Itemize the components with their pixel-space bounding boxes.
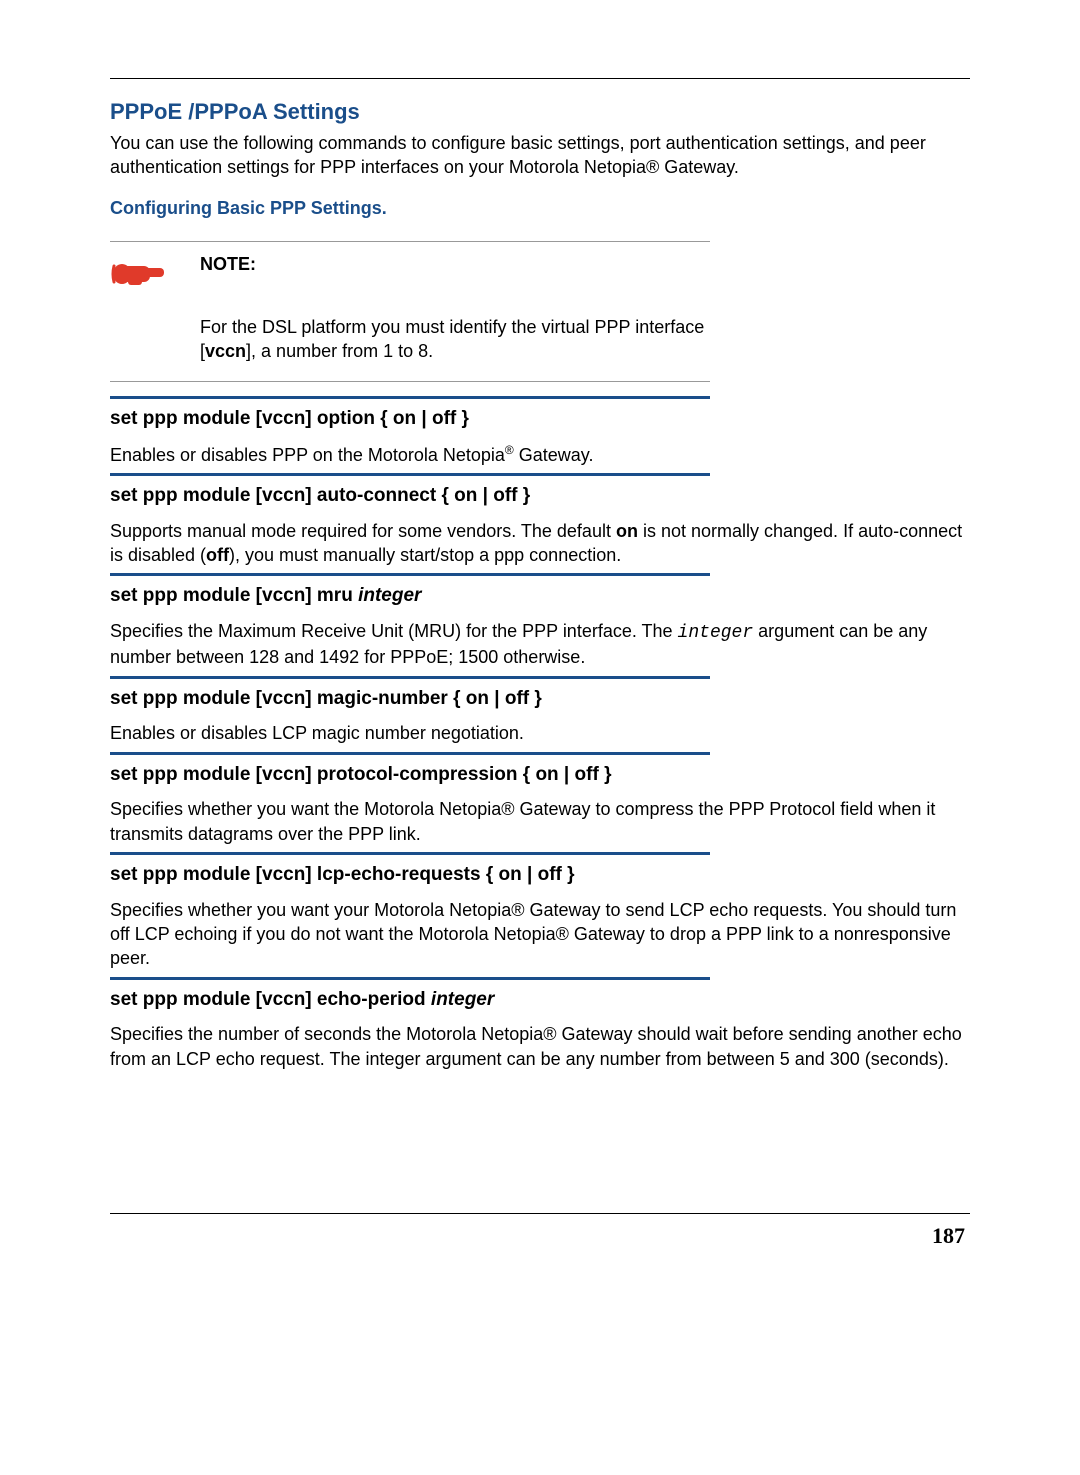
command-heading: set ppp module [vccn] echo-period intege… [110, 988, 970, 1013]
command-heading: set ppp module [vccn] magic-number { on … [110, 687, 970, 712]
note-label: NOTE: [200, 254, 710, 275]
top-rule [110, 78, 970, 79]
page-number: 187 [932, 1223, 965, 1249]
command-rule [110, 752, 710, 755]
command-rule [110, 473, 710, 476]
pointing-hand-icon [110, 254, 190, 297]
command-description: Enables or disables PPP on the Motorola … [110, 442, 970, 467]
note-box: NOTE: For the DSL platform you must iden… [110, 241, 710, 383]
command-description: Specifies the number of seconds the Moto… [110, 1022, 970, 1071]
command-description: Enables or disables LCP magic number neg… [110, 721, 970, 745]
command-description: Specifies whether you want the Motorola … [110, 797, 970, 846]
page-content: PPPoE /PPPoA Settings You can use the fo… [110, 78, 970, 1071]
bottom-rule [110, 1213, 970, 1214]
command-heading: set ppp module [vccn] option { on | off … [110, 407, 970, 432]
section-title: PPPoE /PPPoA Settings [110, 99, 970, 125]
command-description: Specifies whether you want your Motorola… [110, 898, 970, 971]
command-heading: set ppp module [vccn] lcp-echo-requests … [110, 863, 970, 888]
command-heading: set ppp module [vccn] mru integer [110, 584, 970, 609]
section-intro: You can use the following commands to co… [110, 131, 970, 180]
command-rule [110, 396, 710, 399]
command-rule [110, 852, 710, 855]
command-description: Specifies the Maximum Receive Unit (MRU)… [110, 619, 970, 670]
command-heading: set ppp module [vccn] auto-connect { on … [110, 484, 970, 509]
command-heading: set ppp module [vccn] protocol-compressi… [110, 763, 970, 788]
note-text: For the DSL platform you must identify t… [110, 315, 710, 364]
subsection-heading: Configuring Basic PPP Settings. [110, 198, 970, 219]
command-rule [110, 676, 710, 679]
command-rule [110, 573, 710, 576]
command-description: Supports manual mode required for some v… [110, 519, 970, 568]
command-rule [110, 977, 710, 980]
